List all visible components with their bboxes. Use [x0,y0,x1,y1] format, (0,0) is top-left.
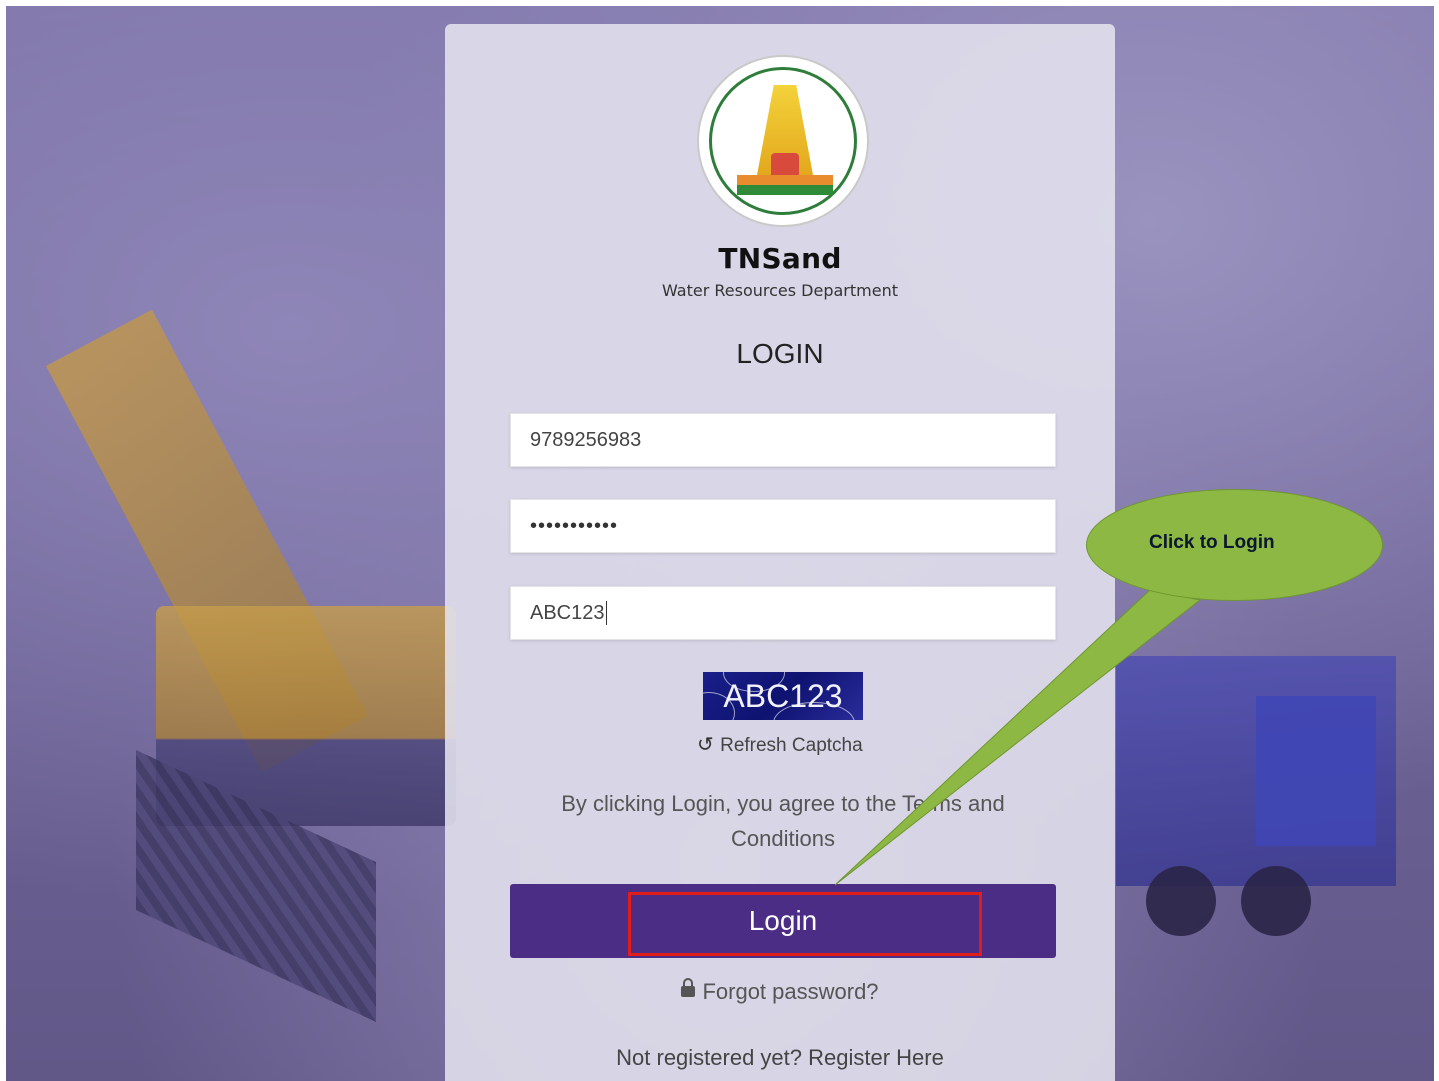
captcha-input-value: ABC123 [530,601,605,624]
login-heading: LOGIN [736,338,824,369]
truck-cab-shape [1256,696,1376,846]
truck-wheel-shape [1146,866,1216,936]
mobile-number-input[interactable]: 9789256983 [510,413,1056,467]
callout-text: Click to Login [1149,532,1275,553]
password-input[interactable]: ••••••••••• [510,499,1056,553]
captcha-image: ABC123 [703,672,863,720]
brand-title: TNSand [718,242,842,275]
text-cursor [605,601,607,625]
terms-text: By clicking Login, you agree to the Term… [561,791,1005,851]
forgot-password-label: Forgot password? [702,979,879,1004]
refresh-icon: ↻ [697,734,715,756]
login-button[interactable]: Login [510,884,1056,958]
tn-emblem-logo [697,55,869,227]
mobile-number-value: 9789256983 [530,428,642,451]
register-label[interactable]: Not registered yet? Register Here [616,1045,944,1070]
captcha-input[interactable]: ABC123 [510,586,1056,640]
truck-wheel-shape [1241,866,1311,936]
brand-subtitle: Water Resources Department [662,281,898,300]
password-value: ••••••••••• [530,514,619,537]
refresh-captcha-link[interactable]: ↻ Refresh Captcha [445,732,1115,757]
lock-icon [681,977,696,997]
register-link[interactable]: Not registered yet? Register Here [445,1045,1115,1071]
forgot-password-link[interactable]: Forgot password? [445,977,1115,1005]
refresh-captcha-label: Refresh Captcha [720,735,863,756]
captcha-image-text: ABC123 [723,678,843,714]
